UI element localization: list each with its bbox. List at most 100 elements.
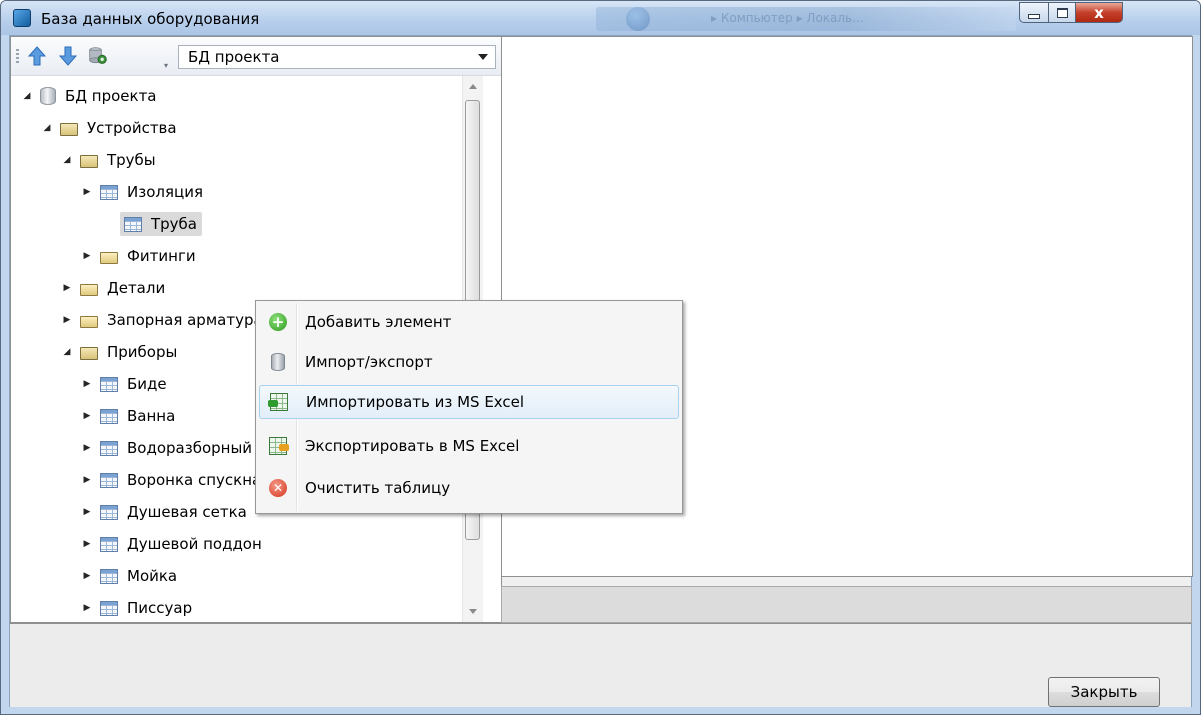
- database-settings-icon[interactable]: [88, 45, 108, 67]
- dialog-client-area: ▾ БД проекта ◢ БД проекта ◢ Устройства ◢…: [9, 35, 1193, 707]
- arrow-up-icon[interactable]: [27, 45, 47, 67]
- excel-import-icon: [268, 393, 288, 411]
- tree-item-label: Фитинги: [127, 247, 196, 265]
- table-icon: [100, 568, 118, 584]
- tree-item-valves[interactable]: ▶ Запорная арматура: [60, 308, 263, 332]
- tree-item-label: Воронка спускная: [127, 471, 271, 489]
- collapsed-arrow-icon[interactable]: ▶: [60, 313, 74, 327]
- table-icon: [124, 216, 142, 232]
- database-icon: [40, 87, 56, 105]
- close-button[interactable]: Закрыть: [1048, 677, 1160, 707]
- database-icon: [271, 353, 285, 371]
- folder-open-icon: [80, 347, 98, 360]
- tree-item-shower-head[interactable]: ▶ Душевая сетка: [80, 500, 247, 524]
- minimize-icon: [1028, 14, 1040, 19]
- expanded-arrow-icon[interactable]: ◢: [20, 89, 34, 103]
- chevron-down-icon: [478, 54, 488, 60]
- tree-item-pipe[interactable]: Труба: [100, 212, 203, 236]
- tree-item-pipes[interactable]: ◢ Трубы: [60, 148, 156, 172]
- app-icon: [13, 9, 31, 27]
- add-icon: +: [269, 313, 287, 331]
- back-orb-icon: [626, 7, 650, 31]
- tree-item-fixtures[interactable]: ◢ Приборы: [60, 340, 178, 364]
- menu-item-label: Импортировать из MS Excel: [306, 393, 525, 411]
- collapsed-arrow-icon[interactable]: ▶: [80, 249, 94, 263]
- maximize-icon: [1056, 7, 1068, 18]
- tree-item-bath[interactable]: ▶ Ванна: [80, 404, 176, 428]
- tree-item-label: Детали: [107, 279, 166, 297]
- arrow-down-icon[interactable]: [58, 45, 78, 67]
- tree-item-fittings[interactable]: ▶ Фитинги: [80, 244, 196, 268]
- collapsed-arrow-icon[interactable]: ▶: [60, 281, 74, 295]
- selected-item[interactable]: Труба: [120, 212, 203, 236]
- details-status-area: [501, 586, 1192, 623]
- tree-item-label: Биде: [127, 375, 167, 393]
- background-breadcrumb: ▸ Компьютер ▸ Локаль...: [711, 11, 864, 25]
- database-select-value: БД проекта: [188, 48, 280, 66]
- collapsed-arrow-icon[interactable]: ▶: [80, 601, 94, 615]
- background-explorer-window: ▸ Компьютер ▸ Локаль...: [596, 7, 1016, 31]
- tree-item-bidet[interactable]: ▶ Биде: [80, 372, 167, 396]
- tree-item-devices[interactable]: ◢ Устройства: [40, 116, 177, 140]
- table-icon: [100, 536, 118, 552]
- collapsed-arrow-icon[interactable]: ▶: [80, 409, 94, 423]
- tree-toolbar: ▾ БД проекта: [11, 37, 501, 76]
- tree-item-label: Труба: [151, 215, 198, 233]
- table-icon: [100, 600, 118, 616]
- database-select[interactable]: БД проекта: [178, 45, 496, 69]
- menu-item-label: Очистить таблицу: [305, 479, 451, 497]
- tree-item-label: БД проекта: [65, 87, 157, 105]
- tree-item-label: Душевой поддон: [127, 535, 262, 553]
- tree-item-project-db[interactable]: ◢ БД проекта: [20, 84, 157, 108]
- folder-open-icon: [80, 155, 98, 168]
- collapsed-arrow-icon[interactable]: ▶: [80, 505, 94, 519]
- minimize-button[interactable]: [1019, 2, 1049, 23]
- expanded-arrow-icon[interactable]: ◢: [60, 153, 74, 167]
- menu-item-label: Импорт/экспорт: [305, 353, 433, 371]
- tree-item-sink[interactable]: ▶ Мойка: [80, 564, 178, 588]
- scroll-up-icon[interactable]: [469, 84, 477, 89]
- tree-item-label: Трубы: [107, 151, 156, 169]
- menu-item-add-element[interactable]: + Добавить элемент: [259, 305, 679, 339]
- menu-item-export-excel[interactable]: Экспортировать в MS Excel: [259, 429, 679, 463]
- tree-item-label: Приборы: [107, 343, 178, 361]
- close-window-button[interactable]: x: [1075, 2, 1123, 23]
- menu-item-import-excel[interactable]: Импортировать из MS Excel: [259, 385, 679, 419]
- folder-icon: [80, 283, 98, 296]
- tree-item-label: Мойка: [127, 567, 178, 585]
- menu-item-import-export[interactable]: Импорт/экспорт: [259, 345, 679, 379]
- table-icon: [100, 408, 118, 424]
- menu-item-clear-table[interactable]: ✕ Очистить таблицу: [259, 471, 679, 505]
- tree-item-label: Душевая сетка: [127, 503, 247, 521]
- table-icon: [100, 376, 118, 392]
- table-icon: [100, 504, 118, 520]
- close-icon: x: [1094, 3, 1104, 22]
- folder-open-icon: [60, 123, 78, 136]
- menu-item-label: Добавить элемент: [305, 313, 452, 331]
- tree-item-shower-tray[interactable]: ▶ Душевой поддон: [80, 532, 262, 556]
- collapsed-arrow-icon[interactable]: ▶: [80, 441, 94, 455]
- tree-item-details[interactable]: ▶ Детали: [60, 276, 166, 300]
- maximize-button[interactable]: [1048, 2, 1076, 23]
- expanded-arrow-icon[interactable]: ◢: [60, 345, 74, 359]
- scroll-down-icon[interactable]: [469, 609, 477, 614]
- delete-icon: ✕: [269, 479, 287, 497]
- tree-item-urinal[interactable]: ▶ Писсуар: [80, 596, 193, 620]
- collapsed-arrow-icon[interactable]: ▶: [80, 185, 94, 199]
- main-window: База данных оборудования ▸ Компьютер ▸ Л…: [0, 0, 1201, 715]
- excel-export-icon: [269, 437, 289, 455]
- tree-item-label: Ванна: [127, 407, 176, 425]
- collapsed-arrow-icon[interactable]: ▶: [80, 377, 94, 391]
- expanded-arrow-icon[interactable]: ◢: [40, 121, 54, 135]
- tree-item-insulation[interactable]: ▶ Изоляция: [80, 180, 203, 204]
- tree-item-label: Запорная арматура: [107, 311, 263, 329]
- collapsed-arrow-icon[interactable]: ▶: [80, 473, 94, 487]
- tree-item-drain-funnel[interactable]: ▶ Воронка спускная: [80, 468, 271, 492]
- tree-item-label: Устройства: [87, 119, 177, 137]
- collapsed-arrow-icon[interactable]: ▶: [80, 569, 94, 583]
- collapsed-arrow-icon[interactable]: ▶: [80, 537, 94, 551]
- toolbar-overflow-icon[interactable]: ▾: [164, 61, 172, 70]
- title-bar[interactable]: База данных оборудования ▸ Компьютер ▸ Л…: [1, 1, 1200, 35]
- toolbar-grip[interactable]: [16, 49, 19, 65]
- tree-item-label: Писсуар: [127, 599, 193, 617]
